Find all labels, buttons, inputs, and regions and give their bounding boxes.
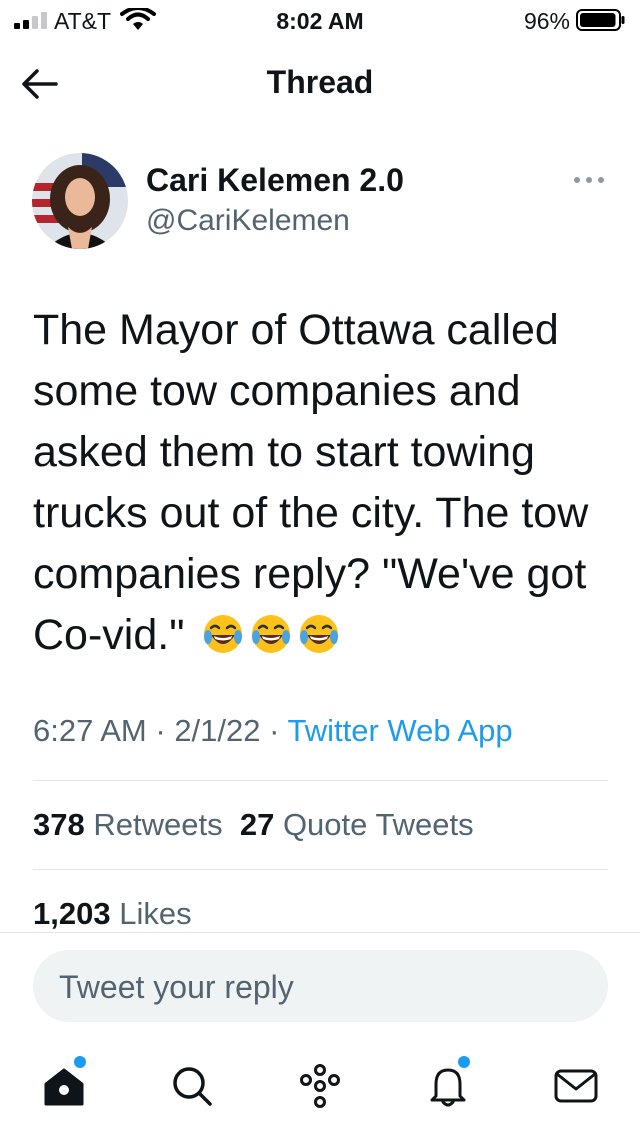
messages-icon[interactable] (552, 1062, 600, 1110)
engagement-stats: 378 Retweets 27 Quote Tweets (33, 807, 474, 843)
notifications-dot (458, 1056, 470, 1068)
tweet-text-content: The Mayor of Ottawa called some tow comp… (33, 306, 589, 659)
spaces-icon[interactable] (296, 1062, 344, 1110)
tweet-time: 6:27 AM (33, 713, 147, 748)
quote-tweets-stat[interactable]: 27 Quote Tweets (240, 807, 474, 842)
status-bar: AT&T 8:02 AM 96% (0, 0, 640, 40)
quote-tweets-label: Quote Tweets (282, 807, 474, 842)
avatar[interactable] (32, 153, 128, 249)
divider (33, 869, 608, 870)
battery-percent: 96% (523, 8, 570, 34)
retweets-stat[interactable]: 378 Retweets (33, 807, 223, 842)
tweet-date: 2/1/22 (174, 713, 261, 748)
reply-input[interactable] (57, 950, 581, 1024)
meta-separator: · (146, 713, 175, 748)
battery-icon (576, 9, 625, 31)
more-options-icon[interactable] (572, 170, 606, 190)
retweets-count: 378 (33, 807, 85, 842)
reply-divider (0, 932, 640, 933)
laughing-emoji-icon (252, 615, 291, 653)
reply-box[interactable] (33, 950, 608, 1024)
tweet-meta: 6:27 AM · 2/1/22 · Twitter Web App (33, 713, 513, 749)
author-handle[interactable]: @CariKelemen (146, 204, 350, 238)
search-icon[interactable] (168, 1062, 216, 1110)
notifications-icon[interactable] (424, 1062, 472, 1110)
likes-label: Likes (119, 896, 192, 931)
likes-count: 1,203 (33, 896, 111, 931)
author-name[interactable]: Cari Kelemen 2.0 (146, 162, 404, 199)
tweet-source-link[interactable]: Twitter Web App (288, 713, 513, 748)
retweets-label: Retweets (93, 807, 223, 842)
laughing-emoji-icon (300, 615, 339, 653)
tweet-text: The Mayor of Ottawa called some tow comp… (33, 300, 623, 666)
meta-separator: · (260, 713, 288, 748)
quote-tweets-count: 27 (239, 807, 275, 842)
page-title: Thread (266, 64, 374, 100)
home-icon[interactable] (40, 1062, 88, 1110)
laughing-emoji-icon (204, 615, 243, 653)
divider (33, 780, 608, 781)
likes-stat[interactable]: 1,203 Likes (33, 896, 192, 932)
home-notification-dot (74, 1056, 86, 1068)
